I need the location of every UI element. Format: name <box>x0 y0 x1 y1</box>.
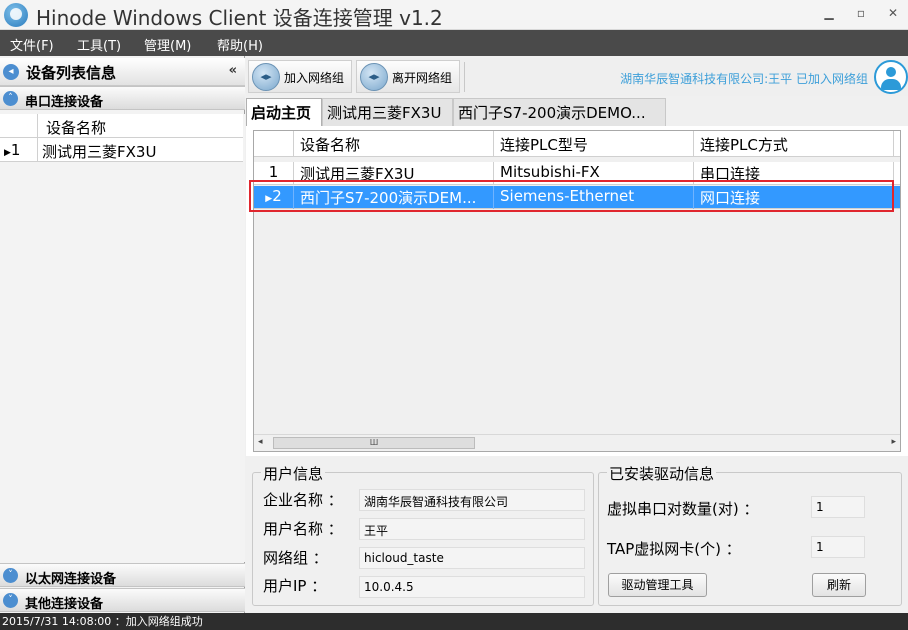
toolbar-divider <box>464 62 465 92</box>
status-bar: 2015/7/31 14:08:00 ：加入网络组成功 <box>0 613 908 630</box>
tab-siemens-s7-200[interactable]: 西门子S7-200演示DEMO... <box>453 98 666 126</box>
tap-adapter-label: TAP虚拟网卡(个) ： <box>607 540 741 558</box>
virtual-serial-pairs-label: 虚拟串口对数量(对) ： <box>607 500 759 518</box>
column-device-name[interactable]: 设备名称 <box>46 117 106 138</box>
expand-circle-icon: ◂ <box>3 64 19 80</box>
join-network-icon: ◂▸ <box>252 63 280 91</box>
document-tabs: 启动主页 测试用三菱FX3U 西门子S7-200演示DEMO... <box>246 98 908 126</box>
leave-network-label: 离开网络组 <box>392 71 453 85</box>
grid-header: 设备名称 <box>0 114 243 138</box>
other-devices-label: 其他连接设备 <box>25 597 104 612</box>
virtual-serial-pairs-field: 1 <box>811 496 865 518</box>
user-info-title: 用户信息 <box>261 463 326 484</box>
row-indicator: ▶1 <box>0 138 38 162</box>
chevron-down-icon: ˅ <box>3 593 18 608</box>
device-list-header: ◂ 设备列表信息 « <box>0 58 245 86</box>
user-ip-label: 用户IP ： <box>263 577 327 595</box>
device-grid: 设备名称 连接PLC型号 连接PLC方式 1 测试用三菱FX3U Mitsubi… <box>253 130 901 452</box>
ethernet-devices-section[interactable]: ˅ 以太网连接设备 <box>0 563 245 587</box>
company-field: 湖南华辰智通科技有限公司 <box>359 489 585 511</box>
menu-tools[interactable]: 工具(T) <box>77 35 121 54</box>
username-label: 用户名称 ： <box>263 520 343 538</box>
column-plc-model[interactable]: 连接PLC型号 <box>494 131 694 157</box>
user-ip-field: 10.0.4.5 <box>359 576 585 598</box>
collapse-panel-button[interactable]: « <box>229 63 237 78</box>
horizontal-scrollbar[interactable]: ◂ Ш ▸ <box>254 434 900 451</box>
chevron-down-icon: ˅ <box>3 568 18 583</box>
leave-network-button[interactable]: ◂▸ 离开网络组 <box>356 60 460 93</box>
menu-bar: 文件(F) 工具(T) 管理(M) 帮助(H) <box>0 30 908 56</box>
restore-button[interactable]: ▫ <box>854 6 868 20</box>
leave-network-icon: ◂▸ <box>360 63 388 91</box>
close-button[interactable]: ✕ <box>886 6 900 20</box>
driver-info-group: 已安装驱动信息 虚拟串口对数量(对) ： 1 TAP虚拟网卡(个) ： 1 驱动… <box>598 463 902 606</box>
home-tab-content: 设备名称 连接PLC型号 连接PLC方式 1 测试用三菱FX3U Mitsubi… <box>246 126 908 456</box>
scroll-left-icon[interactable]: ◂ <box>258 437 263 447</box>
join-network-label: 加入网络组 <box>284 71 345 85</box>
network-group-field: hicloud_taste <box>359 547 585 569</box>
ethernet-devices-label: 以太网连接设备 <box>25 572 117 587</box>
user-info-group: 用户信息 企业名称 ： 湖南华辰智通科技有限公司 用户名称 ： 王平 网络组 ：… <box>252 463 594 606</box>
title-bar: Hinode Windows Client 设备连接管理 v1.2 ▁ ▫ ✕ <box>0 0 908 30</box>
refresh-button[interactable]: 刷新 <box>812 573 866 597</box>
column-plc-mode[interactable]: 连接PLC方式 <box>694 131 894 157</box>
row-header-corner <box>254 131 294 157</box>
serial-device-grid: 设备名称 ▶1 测试用三菱FX3U <box>0 114 245 562</box>
tap-adapter-field: 1 <box>811 536 865 558</box>
tab-mitsubishi-fx3u[interactable]: 测试用三菱FX3U <box>322 98 453 126</box>
user-avatar-icon[interactable] <box>874 60 908 94</box>
username-field: 王平 <box>359 518 585 540</box>
network-status-text: 湖南华辰智通科技有限公司:王平 已加入网络组 <box>620 72 868 86</box>
row-header-corner <box>0 114 38 138</box>
menu-manage[interactable]: 管理(M) <box>144 35 191 54</box>
network-group-label: 网络组 ： <box>263 549 328 567</box>
device-list-panel: ◂ 设备列表信息 « ˄ 串口连接设备 设备名称 ▶1 测试用三菱FX3U ˅ … <box>0 56 245 613</box>
column-device-name[interactable]: 设备名称 <box>294 131 494 157</box>
minimize-button[interactable]: ▁ <box>822 6 836 20</box>
tab-home[interactable]: 启动主页 <box>246 98 322 126</box>
selected-row-highlight <box>249 180 894 212</box>
app-logo-icon <box>4 3 28 27</box>
chevron-up-icon: ˄ <box>3 91 18 106</box>
toolbar: ◂▸ 加入网络组 ◂▸ 离开网络组 湖南华辰智通科技有限公司:王平 已加入网络组 <box>246 58 908 96</box>
join-network-button[interactable]: ◂▸ 加入网络组 <box>248 60 352 93</box>
other-devices-section[interactable]: ˅ 其他连接设备 <box>0 588 245 612</box>
company-label: 企业名称 ： <box>263 491 343 509</box>
serial-devices-section[interactable]: ˄ 串口连接设备 <box>0 86 245 110</box>
serial-devices-label: 串口连接设备 <box>25 95 104 110</box>
window-title: Hinode Windows Client 设备连接管理 v1.2 <box>36 6 443 30</box>
menu-file[interactable]: 文件(F) <box>10 35 54 54</box>
driver-info-title: 已安装驱动信息 <box>607 463 717 484</box>
scroll-thumb[interactable]: Ш <box>273 437 475 449</box>
grid-header: 设备名称 连接PLC型号 连接PLC方式 <box>254 131 900 157</box>
menu-help[interactable]: 帮助(H) <box>217 35 263 54</box>
device-list-title: 设备列表信息 <box>26 64 117 82</box>
scroll-right-icon[interactable]: ▸ <box>891 437 896 447</box>
device-name-cell: 测试用三菱FX3U <box>42 143 157 161</box>
driver-tool-button[interactable]: 驱动管理工具 <box>608 573 707 597</box>
table-row[interactable]: ▶1 测试用三菱FX3U <box>0 138 243 162</box>
